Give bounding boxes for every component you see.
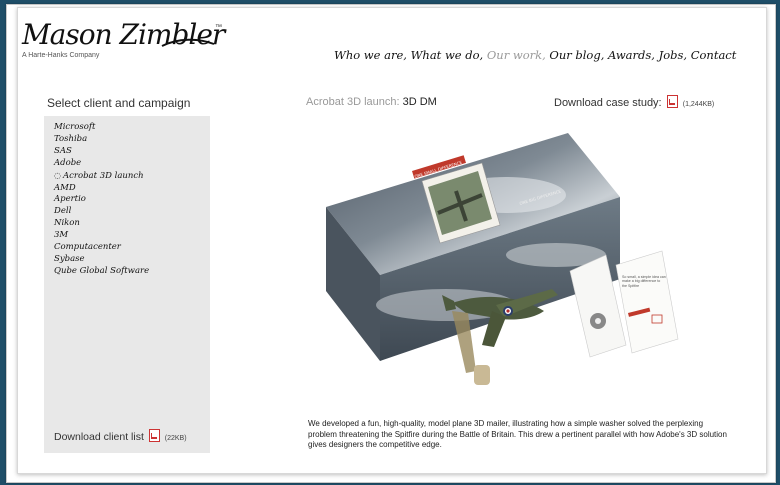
- site-logo[interactable]: Mason Zimbler ™ A Harte-Hanks Company: [22, 18, 227, 66]
- nav-who-we-are[interactable]: Who we are,: [334, 48, 407, 62]
- nav-jobs[interactable]: Jobs,: [659, 48, 687, 62]
- campaign-name: 3D DM: [402, 96, 437, 108]
- nav-our-work[interactable]: Our work,: [487, 48, 546, 62]
- nav-what-we-do[interactable]: What we do,: [411, 48, 484, 62]
- campaign-prefix: Acrobat 3D launch:: [306, 96, 400, 108]
- insert-card-text: So small, a simple idea can make a big d…: [622, 275, 666, 288]
- logo-trademark: ™: [215, 24, 222, 31]
- client-item-nikon[interactable]: Nikon: [54, 218, 149, 230]
- logo-swash-icon: [161, 38, 215, 47]
- pdf-icon: [666, 95, 678, 108]
- download-case-study-link[interactable]: Download case study: (1,244KB): [554, 95, 714, 109]
- client-list-size: (22KB): [164, 435, 187, 442]
- client-item-computacenter[interactable]: Computacenter: [54, 242, 149, 254]
- logo-subtitle: A Harte-Hanks Company: [22, 52, 100, 59]
- nav-awards[interactable]: Awards,: [608, 48, 655, 62]
- download-client-list-link[interactable]: Download client list (22KB): [54, 429, 187, 443]
- campaign-item-label: Acrobat 3D launch: [62, 170, 144, 181]
- pin-icon: ◌: [54, 170, 61, 180]
- client-item-sas[interactable]: SAS: [54, 146, 149, 158]
- client-item-qube[interactable]: Qube Global Software: [54, 266, 149, 278]
- client-item-sybase[interactable]: Sybase: [54, 254, 149, 266]
- client-item-microsoft[interactable]: Microsoft: [54, 122, 149, 134]
- campaign-heading: Acrobat 3D launch: 3D DM: [306, 96, 437, 108]
- campaign-description: We developed a fun, high-quality, model …: [308, 419, 727, 449]
- client-item-adobe[interactable]: Adobe: [54, 158, 149, 170]
- pdf-icon: [148, 429, 160, 442]
- client-item-dell[interactable]: Dell: [54, 206, 149, 218]
- download-client-list-label: Download client list: [54, 431, 144, 443]
- client-item-apertio[interactable]: Apertio: [54, 194, 149, 206]
- client-item-3m[interactable]: 3M: [54, 230, 149, 242]
- nav-contact[interactable]: Contact: [691, 48, 737, 62]
- campaign-hero-image: ONE SMALL DIFFERENCE ONE BIG DIFFERENCE …: [326, 133, 679, 385]
- client-panel: Microsoft Toshiba SAS Adobe ◌ Acrobat 3D …: [44, 116, 210, 453]
- campaign-item-acrobat-3d[interactable]: ◌ Acrobat 3D launch: [54, 170, 149, 183]
- client-item-amd[interactable]: AMD: [54, 183, 149, 195]
- case-study-label: Download case study:: [554, 97, 662, 109]
- client-list: Microsoft Toshiba SAS Adobe ◌ Acrobat 3D …: [54, 122, 149, 278]
- nav-our-blog[interactable]: Our blog,: [549, 48, 604, 62]
- main-nav: Who we are, What we do, Our work, Our bl…: [334, 48, 744, 62]
- client-item-toshiba[interactable]: Toshiba: [54, 134, 149, 146]
- client-select-title: Select client and campaign: [47, 96, 191, 110]
- case-study-size: (1,244KB): [682, 101, 715, 108]
